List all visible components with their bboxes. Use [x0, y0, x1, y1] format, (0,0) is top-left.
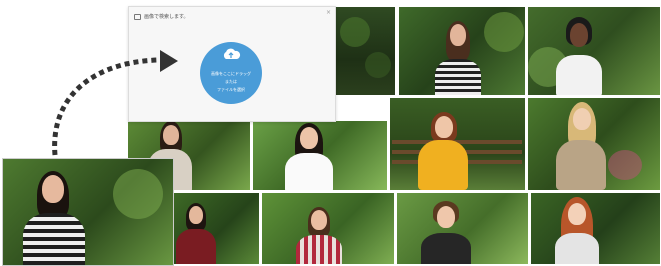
close-icon[interactable]: ×: [326, 9, 331, 16]
drop-zone-line1: 画像をここにドラッグ: [211, 71, 251, 76]
photo-tile[interactable]: [528, 98, 660, 190]
drop-zone-line2: または: [225, 79, 237, 84]
photo-tile[interactable]: [335, 7, 395, 95]
photo-tile[interactable]: [262, 193, 394, 264]
cloud-upload-icon: [223, 48, 241, 59]
image-icon: [134, 13, 141, 20]
photo-tile[interactable]: [397, 193, 528, 264]
select-file-link[interactable]: ファイルを選択: [200, 87, 262, 92]
photo-tile[interactable]: [531, 193, 660, 264]
dragged-image-preview[interactable]: [2, 158, 174, 266]
image-search-dialog: 画像で検索します。 × 画像をここにドラッグ または ファイルを選択: [128, 6, 336, 122]
upload-drop-zone[interactable]: 画像をここにドラッグ または ファイルを選択: [200, 42, 262, 104]
dialog-title: 画像で検索します。: [134, 13, 189, 20]
dialog-title-text: 画像で検索します。: [144, 14, 189, 20]
photo-tile[interactable]: [399, 7, 525, 95]
photo-tile[interactable]: [390, 98, 525, 190]
photo-tile[interactable]: [172, 193, 259, 264]
photo-tile[interactable]: [253, 121, 387, 190]
photo-tile[interactable]: [528, 7, 660, 95]
